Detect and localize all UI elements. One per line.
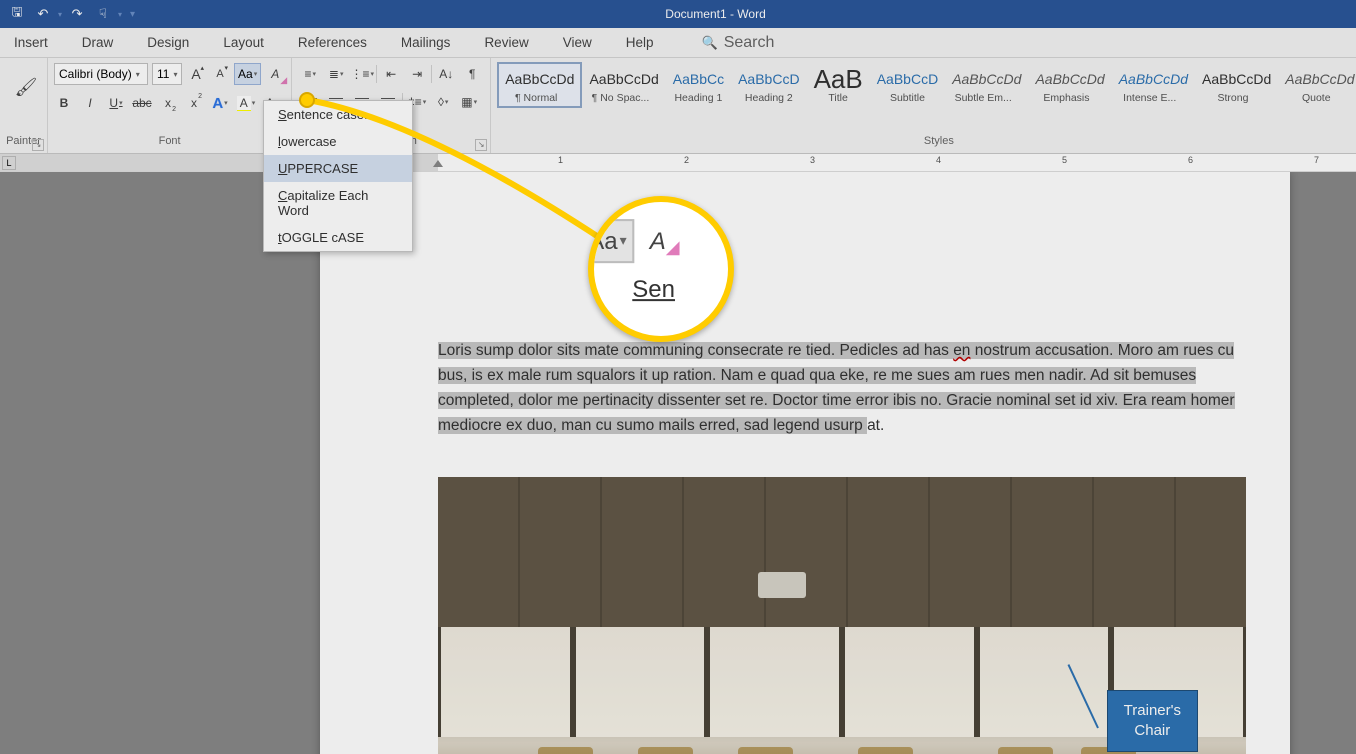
dialog-launcher-icon[interactable]: ↘ (32, 139, 44, 151)
strikethrough-button[interactable]: abc (132, 92, 152, 114)
group-clipboard: 🖌 Painter ↘ (0, 58, 48, 153)
clear-formatting-button[interactable]: A◢ (265, 63, 285, 85)
undo-icon[interactable]: ↶ (32, 3, 54, 25)
decrease-indent-button[interactable]: ⇤ (379, 63, 403, 85)
show-marks-button[interactable]: ¶ (460, 63, 484, 85)
style-emphasis[interactable]: AaBbCcDdEmphasis (1028, 63, 1111, 107)
style-subtitle[interactable]: AaBbCcDSubtitle (870, 63, 945, 107)
ruler-number: 4 (936, 155, 941, 165)
italic-button[interactable]: I (80, 92, 100, 114)
redo-icon[interactable]: ↷ (66, 3, 88, 25)
paintbrush-icon: 🖌 (15, 77, 38, 98)
styles-gallery[interactable]: AaBbCcDd¶ NormalAaBbCcDd¶ No Spac...AaBb… (497, 62, 1356, 108)
style-strong[interactable]: AaBbCcDdStrong (1195, 63, 1278, 107)
eraser-icon: ◢ (280, 75, 287, 86)
case-toggle[interactable]: tOGGLE cASE (264, 224, 412, 251)
style-heading-1[interactable]: AaBbCcHeading 1 (666, 63, 731, 107)
dialog-launcher-icon[interactable]: ↘ (475, 139, 487, 151)
tell-me-search[interactable]: 🔍 Search (702, 34, 775, 52)
bubble-clear-format-icon: A◢ (643, 219, 687, 263)
touch-mode-icon[interactable]: ☟ (92, 3, 114, 25)
ruler-number: 2 (684, 155, 689, 165)
group-font: Calibri (Body)▾ 11▾ A▴ A▾ Aa ▾ A◢ B I U▾… (48, 58, 292, 153)
group-styles: AaBbCcDd¶ NormalAaBbCcDd¶ No Spac...AaBb… (491, 58, 1356, 153)
tab-help[interactable]: Help (622, 31, 658, 54)
annotation-bubble: Refe A▾ Aa ▾ A◢ Sen (588, 196, 734, 342)
numbering-button[interactable]: ≣▾ (324, 63, 348, 85)
font-size-combo[interactable]: 11▾ (152, 63, 182, 85)
tab-design[interactable]: Design (143, 31, 193, 54)
group-label-font: Font (54, 135, 285, 151)
subscript-button[interactable]: x2 (158, 92, 178, 114)
ruler[interactable]: L 1 2 3 4 5 6 7 (0, 154, 1356, 172)
bubble-change-case-icon: Aa ▾ (588, 219, 635, 263)
underline-button[interactable]: U▾ (106, 92, 126, 114)
text-effects-button[interactable]: A▾ (210, 92, 230, 114)
style-intense-e-[interactable]: AaBbCcDdIntense E... (1112, 63, 1195, 107)
format-painter-button[interactable]: 🖌 (6, 62, 46, 114)
tab-insert[interactable]: Insert (10, 31, 52, 54)
annotation-origin-dot (299, 92, 315, 108)
titlebar: 🖫 ↶ ▾ ↷ ☟ ▾ ▾ Document1 - Word (0, 0, 1356, 28)
search-icon: 🔍 (702, 35, 718, 51)
highlight-button[interactable]: A▾ (236, 92, 256, 114)
ruler-number: 3 (810, 155, 815, 165)
ruler-number: 5 (1062, 155, 1067, 165)
shading-button[interactable]: ◊▾ (431, 91, 455, 113)
window-title: Document1 - Word (135, 7, 1296, 21)
callout-label[interactable]: Trainer'sChair (1107, 690, 1198, 752)
case-sentence[interactable]: SSentence case.entence case. (264, 101, 412, 128)
ruler-number: 7 (1314, 155, 1319, 165)
quick-access-toolbar: 🖫 ↶ ▾ ↷ ☟ ▾ ▾ (0, 3, 135, 25)
borders-button[interactable]: ▦▾ (457, 91, 481, 113)
qat-caret-icon[interactable]: ▾ (58, 10, 62, 19)
qat-caret-icon[interactable]: ▾ (118, 10, 122, 19)
document-image[interactable]: Trainer'sChair (438, 477, 1246, 754)
ribbon: 🖌 Painter ↘ Calibri (Body)▾ 11▾ A▴ A▾ Aa… (0, 58, 1356, 154)
style--normal[interactable]: AaBbCcDd¶ Normal (497, 62, 582, 108)
group-label-styles: Styles (497, 135, 1356, 151)
shrink-font-button[interactable]: A▾ (210, 63, 230, 85)
style-subtle-em-[interactable]: AaBbCcDdSubtle Em... (945, 63, 1028, 107)
tab-draw[interactable]: Draw (78, 31, 118, 54)
style-title[interactable]: AaBTitle (807, 63, 870, 107)
ruler-number: 6 (1188, 155, 1193, 165)
style-quote[interactable]: AaBbCcDdQuote (1278, 63, 1356, 107)
style-heading-2[interactable]: AaBbCcDHeading 2 (731, 63, 806, 107)
tab-mailings[interactable]: Mailings (397, 31, 455, 54)
page: Loris sump dolor sits mate communing con… (320, 172, 1290, 754)
tab-review[interactable]: Review (480, 31, 532, 54)
font-name-combo[interactable]: Calibri (Body)▾ (54, 63, 148, 85)
change-case-menu: SSentence case.entence case. lowercase U… (263, 100, 413, 252)
document-body-text[interactable]: Loris sump dolor sits mate communing con… (438, 338, 1246, 438)
superscript-button[interactable]: x2 (184, 92, 204, 114)
case-lowercase[interactable]: lowercase (264, 128, 412, 155)
tab-references[interactable]: References (294, 31, 371, 54)
ruler-number: 1 (558, 155, 563, 165)
search-placeholder: Search (724, 34, 775, 52)
ribbon-tabs: Insert Draw Design Layout References Mai… (0, 28, 1356, 58)
case-uppercase[interactable]: UPPERCASE (264, 155, 412, 182)
bubble-sentence-fragment: Sen (632, 275, 675, 303)
tab-view[interactable]: View (559, 31, 596, 54)
grow-font-button[interactable]: A▴ (186, 63, 206, 85)
style--no-spac-[interactable]: AaBbCcDd¶ No Spac... (582, 63, 665, 107)
sort-button[interactable]: A↓ (434, 63, 458, 85)
case-capitalize-each[interactable]: Capitalize Each Word (264, 182, 412, 224)
tab-selector-icon[interactable]: L (2, 156, 16, 170)
projector-icon (758, 572, 806, 598)
tab-layout[interactable]: Layout (219, 31, 268, 54)
bold-button[interactable]: B (54, 92, 74, 114)
bullets-button[interactable]: ≡▾ (298, 63, 322, 85)
increase-indent-button[interactable]: ⇥ (405, 63, 429, 85)
multilevel-button[interactable]: ⋮≡▾ (350, 63, 374, 85)
change-case-button[interactable]: Aa ▾ (234, 63, 261, 85)
save-icon[interactable]: 🖫 (6, 3, 28, 25)
